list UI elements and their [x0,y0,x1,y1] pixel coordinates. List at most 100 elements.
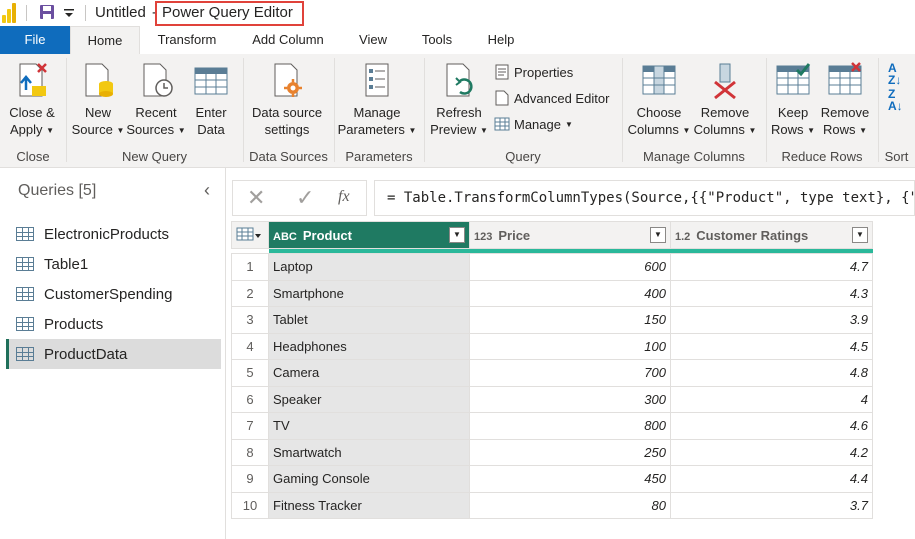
column-header-price[interactable]: 123 Price ▼ [469,221,671,249]
product-cell[interactable]: Laptop [268,253,470,281]
rating-cell[interactable]: 4.3 [670,279,873,307]
query-item-productdata[interactable]: ProductData [6,339,221,369]
price-cell[interactable]: 400 [469,279,671,307]
product-cell[interactable]: Smartphone [268,279,470,307]
column-quality-bar [268,249,470,253]
table-row[interactable]: 7 TV 800 4.6 [231,412,873,440]
product-cell[interactable]: Smartwatch [268,438,470,466]
save-icon[interactable] [39,4,55,20]
product-cell[interactable]: Speaker [268,385,470,413]
rating-cell[interactable]: 4 [670,385,873,413]
formula-input[interactable]: = Table.TransformColumnTypes(Source,{{"P… [374,180,915,216]
new-source-button[interactable]: New Source ▼ [70,60,126,139]
data-source-settings-button[interactable]: Data source settings [248,60,326,138]
rating-cell[interactable]: 4.4 [670,465,873,493]
sort-descending-icon[interactable]: Z A↓ [888,88,903,112]
tab-file[interactable]: File [0,26,70,54]
row-number[interactable]: 8 [231,438,269,466]
rating-cell[interactable]: 4.8 [670,359,873,387]
table-row[interactable]: 8 Smartwatch 250 4.2 [231,438,873,466]
manage-parameters-button[interactable]: Manage Parameters ▼ [336,60,418,139]
tab-add-column[interactable]: Add Column [244,26,332,54]
price-cell[interactable]: 300 [469,385,671,413]
column-filter-dropdown-icon[interactable]: ▼ [650,227,666,243]
choose-columns-button[interactable]: Choose Columns ▼ [626,60,692,139]
close-apply-button[interactable]: Close & Apply ▼ [4,60,60,139]
product-cell[interactable]: Camera [268,359,470,387]
row-number[interactable]: 1 [231,253,269,281]
chevron-down-icon: ▼ [116,126,125,136]
table-row[interactable]: 10 Fitness Tracker 80 3.7 [231,491,873,519]
rating-cell[interactable]: 3.7 [670,491,873,519]
query-item-table1[interactable]: Table1 [6,249,221,279]
table-row[interactable]: 2 Smartphone 400 4.3 [231,279,873,307]
rating-cell[interactable]: 3.9 [670,306,873,334]
price-cell[interactable]: 450 [469,465,671,493]
table-row[interactable]: 3 Tablet 150 3.9 [231,306,873,334]
row-number[interactable]: 5 [231,359,269,387]
table-row[interactable]: 9 Gaming Console 450 4.4 [231,465,873,493]
remove-columns-button[interactable]: Remove Columns ▼ [692,60,758,139]
fx-icon[interactable]: fx [338,188,350,206]
whole-number-type-icon[interactable]: 123 [474,231,492,243]
product-cell[interactable]: TV [268,412,470,440]
rating-cell[interactable]: 4.2 [670,438,873,466]
tab-view[interactable]: View [350,26,396,54]
rating-cell[interactable]: 4.7 [670,253,873,281]
column-filter-dropdown-icon[interactable]: ▼ [852,227,868,243]
query-item-electronicproducts[interactable]: ElectronicProducts [6,219,221,249]
sort-ascending-icon[interactable]: A Z↓ [888,62,901,86]
remove-rows-button[interactable]: Remove Rows ▼ [818,60,872,139]
product-cell[interactable]: Tablet [268,306,470,334]
row-number[interactable]: 7 [231,412,269,440]
enter-data-button[interactable]: Enter Data [188,60,234,138]
row-number[interactable]: 9 [231,465,269,493]
product-cell[interactable]: Gaming Console [268,465,470,493]
recent-sources-button[interactable]: Recent Sources ▼ [126,60,186,139]
product-cell[interactable]: Fitness Tracker [268,491,470,519]
table-body: 1 Laptop 600 4.7 2 Smartphone 400 4.3 3 Tablet 150… [231,253,873,519]
row-number[interactable]: 3 [231,306,269,334]
rating-cell[interactable]: 4.5 [670,332,873,360]
row-number[interactable]: 4 [231,332,269,360]
advanced-editor-button[interactable]: Advanced Editor [494,90,609,106]
table-row[interactable]: 6 Speaker 300 4 [231,385,873,413]
tab-help[interactable]: Help [478,26,524,54]
price-cell[interactable]: 250 [469,438,671,466]
commit-icon[interactable]: ✓ [296,185,314,211]
query-item-products[interactable]: Products [6,309,221,339]
manage-button[interactable]: Manage ▼ [494,116,573,132]
tab-home[interactable]: Home [70,26,140,55]
price-cell[interactable]: 800 [469,412,671,440]
price-cell[interactable]: 80 [469,491,671,519]
price-cell[interactable]: 600 [469,253,671,281]
column-header-product[interactable]: ABC Product ▼ [268,221,470,249]
collapse-pane-icon[interactable]: ‹ [204,180,210,201]
column-filter-dropdown-icon[interactable]: ▼ [449,227,465,243]
properties-button[interactable]: Properties [494,64,573,80]
price-cell[interactable]: 700 [469,359,671,387]
table-row[interactable]: 5 Camera 700 4.8 [231,359,873,387]
quick-access-dropdown-icon[interactable] [63,8,75,18]
tab-transform[interactable]: Transform [148,26,226,54]
tab-tools[interactable]: Tools [414,26,460,54]
table-row[interactable]: 1 Laptop 600 4.7 [231,253,873,281]
refresh-preview-button[interactable]: Refresh Preview ▼ [428,60,490,139]
advanced-editor-label: Advanced Editor [514,90,610,106]
text-type-icon[interactable]: ABC [273,231,297,243]
row-number[interactable]: 10 [231,491,269,519]
price-cell[interactable]: 150 [469,306,671,334]
cancel-icon[interactable]: ✕ [247,185,265,211]
table-row[interactable]: 4 Headphones 100 4.5 [231,332,873,360]
keep-rows-button[interactable]: Keep Rows ▼ [768,60,818,139]
query-item-label: ProductData [44,345,128,363]
column-header-customer-ratings[interactable]: 1.2 Customer Ratings ▼ [670,221,873,249]
row-number[interactable]: 2 [231,279,269,307]
query-item-customerspending[interactable]: CustomerSpending [6,279,221,309]
rating-cell[interactable]: 4.6 [670,412,873,440]
price-cell[interactable]: 100 [469,332,671,360]
product-cell[interactable]: Headphones [268,332,470,360]
row-number[interactable]: 6 [231,385,269,413]
table-menu[interactable] [231,221,269,249]
decimal-type-icon[interactable]: 1.2 [675,231,690,243]
